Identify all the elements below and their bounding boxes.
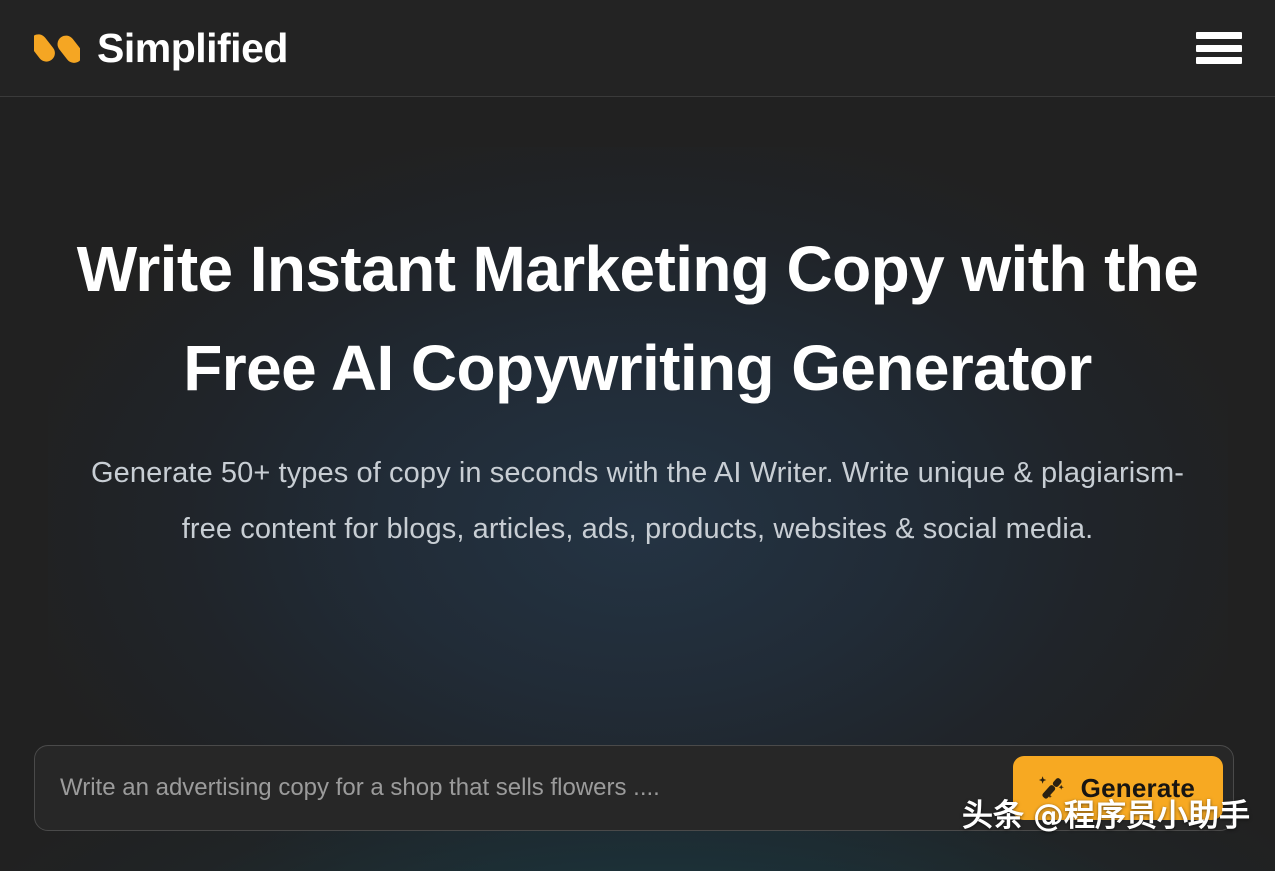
page-subtitle: Generate 50+ types of copy in seconds wi… <box>91 457 1184 546</box>
brand-name: Simplified <box>97 24 288 71</box>
watermark-source: 头条 <box>962 798 1024 834</box>
page-root: Simplified Write Instant Marketing Copy … <box>0 0 1275 871</box>
hamburger-bar-1 <box>1196 32 1242 39</box>
watermark: 头条 @程序员小助手 <box>962 790 1250 835</box>
hero-content: Write Instant Marketing Copy with the Fr… <box>38 97 1238 558</box>
page-title: Write Instant Marketing Copy with the Fr… <box>76 233 1199 405</box>
hero-section: Write Instant Marketing Copy with the Fr… <box>0 97 1275 871</box>
prompt-input[interactable] <box>60 758 1013 818</box>
watermark-handle: @程序员小助手 <box>1033 798 1250 834</box>
hamburger-menu-icon[interactable] <box>1196 30 1242 66</box>
hamburger-bar-3 <box>1196 57 1242 64</box>
hamburger-bar-2 <box>1196 44 1242 52</box>
brand-logo[interactable]: Simplified <box>34 23 288 73</box>
site-header: Simplified <box>0 0 1275 97</box>
simplified-logo-icon <box>34 34 80 63</box>
